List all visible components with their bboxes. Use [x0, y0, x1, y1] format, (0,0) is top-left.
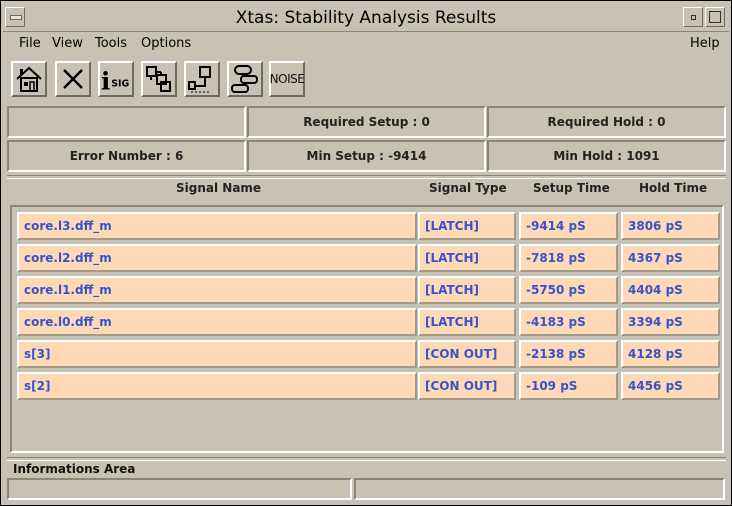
- hold-time-cell[interactable]: 4128 pS: [621, 340, 720, 368]
- close-icon: [63, 69, 83, 89]
- signal-info-button[interactable]: i SIG: [98, 61, 134, 97]
- required-setup: Required Setup : 0: [247, 106, 486, 138]
- signal-type-cell[interactable]: [LATCH]: [418, 308, 516, 336]
- menu-options[interactable]: Options: [141, 36, 191, 51]
- setup-time-cell[interactable]: -109 pS: [519, 372, 618, 400]
- isig-i-glyph: i: [101, 66, 110, 94]
- col-header-signal-name[interactable]: Signal Name: [176, 181, 261, 195]
- signal-type-cell[interactable]: [LATCH]: [418, 276, 516, 304]
- main-window: Xtas: Stability Analysis Results File Vi…: [0, 0, 732, 506]
- minimize-icon: [691, 15, 696, 20]
- min-setup: Min Setup : -9414: [247, 140, 486, 172]
- timing-path-button[interactable]: [184, 61, 220, 97]
- results-table: core.l3.dff_m [LATCH] -9414 pS 3806 pS c…: [10, 205, 724, 453]
- signal-type-cell[interactable]: [LATCH]: [418, 244, 516, 272]
- signal-type-cell[interactable]: [CON OUT]: [418, 340, 516, 368]
- hold-time-cell[interactable]: 3806 pS: [621, 212, 720, 240]
- signal-name-cell[interactable]: s[2]: [17, 372, 417, 400]
- minimize-button[interactable]: [683, 7, 703, 27]
- path-diagram-icon: [146, 66, 171, 92]
- close-button[interactable]: [55, 61, 91, 97]
- menu-tools[interactable]: Tools: [95, 36, 127, 51]
- hold-time-cell[interactable]: 4456 pS: [621, 372, 720, 400]
- flow-view-button[interactable]: [227, 61, 263, 97]
- window-title: Xtas: Stability Analysis Results: [235, 8, 497, 28]
- col-header-signal-type[interactable]: Signal Type: [429, 181, 507, 195]
- maximize-button[interactable]: [705, 7, 725, 27]
- hold-time-cell[interactable]: 3394 pS: [621, 308, 720, 336]
- signal-name-cell[interactable]: core.l1.dff_m: [17, 276, 417, 304]
- signal-name-cell[interactable]: core.l2.dff_m: [17, 244, 417, 272]
- menu-file[interactable]: File: [19, 36, 41, 51]
- setup-time-cell[interactable]: -7818 pS: [519, 244, 618, 272]
- info-divider: [7, 457, 726, 461]
- signal-type-cell[interactable]: [CON OUT]: [418, 372, 516, 400]
- noise-button[interactable]: NOISE: [269, 61, 305, 97]
- noise-button-label: NOISE: [269, 72, 305, 86]
- title-bar[interactable]: Xtas: Stability Analysis Results: [3, 3, 729, 32]
- header-divider: [7, 175, 726, 179]
- required-hold: Required Hold : 0: [487, 106, 726, 138]
- isig-sig-glyph: SIG: [111, 79, 129, 90]
- timing-path-icon: [188, 66, 211, 93]
- info-area-field-right: [354, 478, 725, 500]
- flow-icon: [231, 65, 258, 93]
- min-hold: Min Hold : 1091: [487, 140, 726, 172]
- hold-time-cell[interactable]: 4367 pS: [621, 244, 720, 272]
- signal-name-cell[interactable]: core.l0.dff_m: [17, 308, 417, 336]
- menu-bar: File View Tools Options Help: [3, 33, 729, 55]
- signal-info-icon: i SIG: [101, 66, 130, 94]
- col-header-setup-time[interactable]: Setup Time: [533, 181, 610, 195]
- setup-time-cell[interactable]: -4183 pS: [519, 308, 618, 336]
- setup-time-cell[interactable]: -2138 pS: [519, 340, 618, 368]
- setup-time-cell[interactable]: -9414 pS: [519, 212, 618, 240]
- home-button[interactable]: [11, 61, 47, 97]
- path-view-button[interactable]: [141, 61, 177, 97]
- menu-help[interactable]: Help: [690, 36, 720, 51]
- error-number: Error Number : 6: [7, 140, 246, 172]
- info-area-field-left: [7, 478, 352, 500]
- signal-name-cell[interactable]: s[3]: [17, 340, 417, 368]
- summary-empty-cell: [7, 106, 246, 138]
- signal-type-cell[interactable]: [LATCH]: [418, 212, 516, 240]
- signal-name-cell[interactable]: core.l3.dff_m: [17, 212, 417, 240]
- info-area-label: Informations Area: [13, 462, 136, 476]
- menu-view[interactable]: View: [52, 36, 83, 51]
- hold-time-cell[interactable]: 4404 pS: [621, 276, 720, 304]
- setup-time-cell[interactable]: -5750 pS: [519, 276, 618, 304]
- home-icon: [16, 66, 42, 92]
- col-header-hold-time[interactable]: Hold Time: [639, 181, 707, 195]
- maximize-icon: [709, 11, 721, 23]
